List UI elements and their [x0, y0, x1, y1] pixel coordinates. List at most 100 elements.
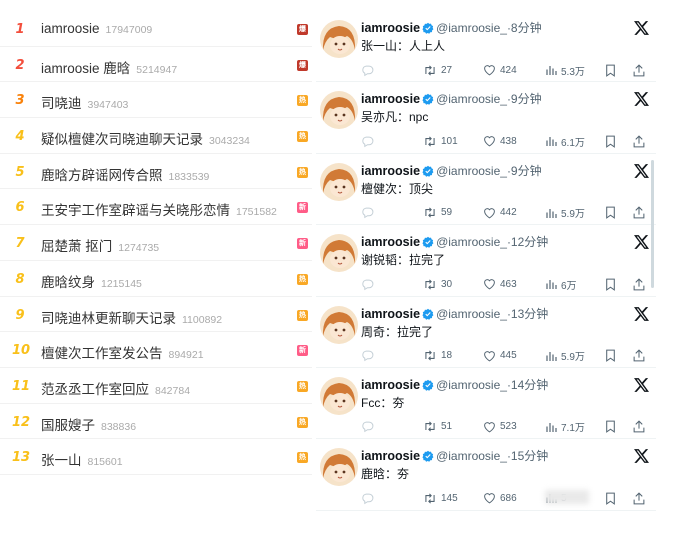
hot-search-title[interactable]: 司晓迪林更新聊天记录 1100892 — [41, 307, 222, 327]
views-button[interactable]: 6万 — [545, 276, 577, 292]
author-name[interactable]: iamroosie — [361, 307, 420, 321]
avatar[interactable] — [320, 376, 358, 415]
like-button[interactable]: 686 — [483, 490, 517, 506]
hot-search-title[interactable]: 张一山 815601 — [41, 449, 123, 469]
hot-search-item[interactable]: 13 张一山 815601 热 — [0, 439, 312, 475]
hot-search-title[interactable]: 鹿晗方辟谣网传合照 1833539 — [41, 164, 209, 184]
share-button[interactable] — [633, 348, 645, 364]
views-button[interactable]: 5.9万 — [545, 348, 585, 364]
hot-search-item[interactable]: 6 王安宇工作室辟谣与关晓彤恋情 1751582 新 — [0, 189, 312, 226]
author-handle[interactable]: @iamroosie_ — [436, 235, 507, 249]
hot-search-item[interactable]: 1 iamroosie 17947009 爆 — [0, 11, 312, 47]
share-button[interactable] — [633, 276, 645, 292]
share-button[interactable] — [633, 133, 645, 149]
bookmark-button[interactable] — [605, 348, 616, 364]
bookmark-button[interactable] — [605, 133, 616, 149]
author-handle[interactable]: @iamroosie_ — [436, 21, 507, 35]
hot-search-title[interactable]: 疑似檀健次司晓迪聊天记录 3043234 — [41, 128, 250, 148]
views-button[interactable]: 5.3万 — [545, 62, 585, 78]
retweet-button[interactable]: 145 — [423, 490, 458, 506]
hot-search-title[interactable]: 檀健次工作室发公告 894921 — [41, 342, 204, 362]
hot-search-title[interactable]: 国服嫂子 838836 — [41, 414, 136, 434]
like-button[interactable]: 442 — [483, 205, 517, 221]
tweet-time[interactable]: ·9分钟 — [507, 92, 542, 106]
reply-button[interactable] — [361, 419, 374, 435]
avatar[interactable] — [320, 20, 358, 58]
retweet-button[interactable]: 30 — [423, 276, 452, 292]
tweet[interactable]: iamroosie @iamroosie_·13分钟 周奇：拉完了 18 445 … — [316, 297, 656, 368]
author-handle[interactable]: @iamroosie_ — [436, 307, 507, 321]
tweet-time[interactable]: ·14分钟 — [507, 378, 548, 392]
retweet-button[interactable]: 51 — [423, 419, 452, 435]
tweet[interactable]: iamroosie @iamroosie_·8分钟 张一山：人上人 27 424 … — [316, 11, 656, 83]
like-button[interactable]: 523 — [483, 419, 517, 435]
tweet[interactable]: iamroosie @iamroosie_·9分钟 檀健次：顶尖 59 442 5… — [316, 154, 656, 226]
retweet-button[interactable]: 27 — [423, 62, 452, 78]
hot-search-title[interactable]: iamroosie 鹿晗 5214947 — [41, 57, 177, 77]
reply-button[interactable] — [361, 276, 374, 292]
author-name[interactable]: iamroosie — [361, 378, 420, 392]
hot-search-title[interactable]: 鹿晗纹身 1215145 — [41, 271, 142, 291]
avatar[interactable] — [320, 162, 358, 201]
like-button[interactable]: 445 — [483, 348, 517, 364]
hot-search-item[interactable]: 3 司晓迪 3947403 热 — [0, 82, 312, 119]
like-button[interactable]: 438 — [483, 133, 517, 149]
tweet-time[interactable]: ·15分钟 — [507, 449, 548, 463]
hot-search-item[interactable]: 9 司晓迪林更新聊天记录 1100892 热 — [0, 297, 312, 333]
bookmark-button[interactable] — [605, 276, 616, 292]
tweet-time[interactable]: ·12分钟 — [507, 235, 548, 249]
avatar[interactable] — [320, 305, 358, 344]
author-name[interactable]: iamroosie — [361, 21, 420, 35]
author-name[interactable]: iamroosie — [361, 92, 420, 106]
tweet[interactable]: iamroosie @iamroosie_·14分钟 Fcc：夯 51 523 7… — [316, 368, 656, 440]
bookmark-button[interactable] — [605, 205, 616, 221]
hot-search-item[interactable]: 11 范丞丞工作室回应 842784 热 — [0, 368, 312, 404]
bookmark-button[interactable] — [605, 490, 616, 506]
avatar[interactable] — [320, 448, 358, 487]
author-handle[interactable]: @iamroosie_ — [436, 92, 507, 106]
retweet-button[interactable]: 59 — [423, 205, 452, 221]
tweet[interactable]: iamroosie @iamroosie_·12分钟 谢锐韬：拉完了 30 463… — [316, 225, 656, 297]
reply-button[interactable] — [361, 133, 374, 149]
like-button[interactable]: 424 — [483, 62, 517, 78]
hot-search-item[interactable]: 8 鹿晗纹身 1215145 热 — [0, 261, 312, 297]
hot-search-item[interactable]: 10 檀健次工作室发公告 894921 新 — [0, 332, 312, 368]
retweet-button[interactable]: 18 — [423, 348, 452, 364]
hot-search-title[interactable]: iamroosie 17947009 — [41, 21, 152, 36]
avatar[interactable] — [320, 91, 358, 130]
reply-button[interactable] — [361, 62, 374, 78]
reply-button[interactable] — [361, 348, 374, 364]
reply-button[interactable] — [361, 205, 374, 221]
author-name[interactable]: iamroosie — [361, 449, 420, 463]
hot-search-item[interactable]: 5 鹿晗方辟谣网传合照 1833539 热 — [0, 154, 312, 190]
tweet-time[interactable]: ·8分钟 — [507, 21, 542, 35]
views-button[interactable]: 5.9万 — [545, 205, 585, 221]
author-handle[interactable]: @iamroosie_ — [436, 449, 507, 463]
hot-search-title[interactable]: 王安宇工作室辟谣与关晓彤恋情 1751582 — [41, 199, 277, 219]
bookmark-button[interactable] — [605, 62, 616, 78]
tweet[interactable]: iamroosie @iamroosie_·9分钟 吴亦凡：npc 101 438… — [316, 82, 656, 154]
tweet-time[interactable]: ·13分钟 — [507, 307, 548, 321]
share-button[interactable] — [633, 205, 645, 221]
reply-button[interactable] — [361, 490, 374, 506]
hot-search-title[interactable]: 范丞丞工作室回应 842784 — [41, 378, 190, 398]
share-button[interactable] — [633, 490, 645, 506]
author-handle[interactable]: @iamroosie_ — [436, 164, 507, 178]
like-button[interactable]: 463 — [483, 276, 517, 292]
tweet-time[interactable]: ·9分钟 — [507, 164, 542, 178]
retweet-button[interactable]: 101 — [423, 133, 458, 149]
views-button[interactable]: 6.1万 — [545, 133, 585, 149]
hot-search-item[interactable]: 7 屈楚萧 抠门 1274735 新 — [0, 225, 312, 261]
tweet[interactable]: iamroosie @iamroosie_·15分钟 鹿晗：夯 145 686 5 — [316, 439, 656, 511]
author-name[interactable]: iamroosie — [361, 164, 420, 178]
bookmark-button[interactable] — [605, 419, 616, 435]
share-button[interactable] — [633, 419, 645, 435]
hot-search-item[interactable]: 4 疑似檀健次司晓迪聊天记录 3043234 热 — [0, 118, 312, 154]
author-handle[interactable]: @iamroosie_ — [436, 378, 507, 392]
hot-search-item[interactable]: 12 国服嫂子 838836 热 — [0, 404, 312, 440]
views-button[interactable]: 7.1万 — [545, 419, 585, 435]
feed-scrollbar[interactable] — [651, 160, 654, 288]
share-button[interactable] — [633, 62, 645, 78]
avatar[interactable] — [320, 234, 358, 273]
hot-search-item[interactable]: 2 iamroosie 鹿晗 5214947 爆 — [0, 47, 312, 83]
